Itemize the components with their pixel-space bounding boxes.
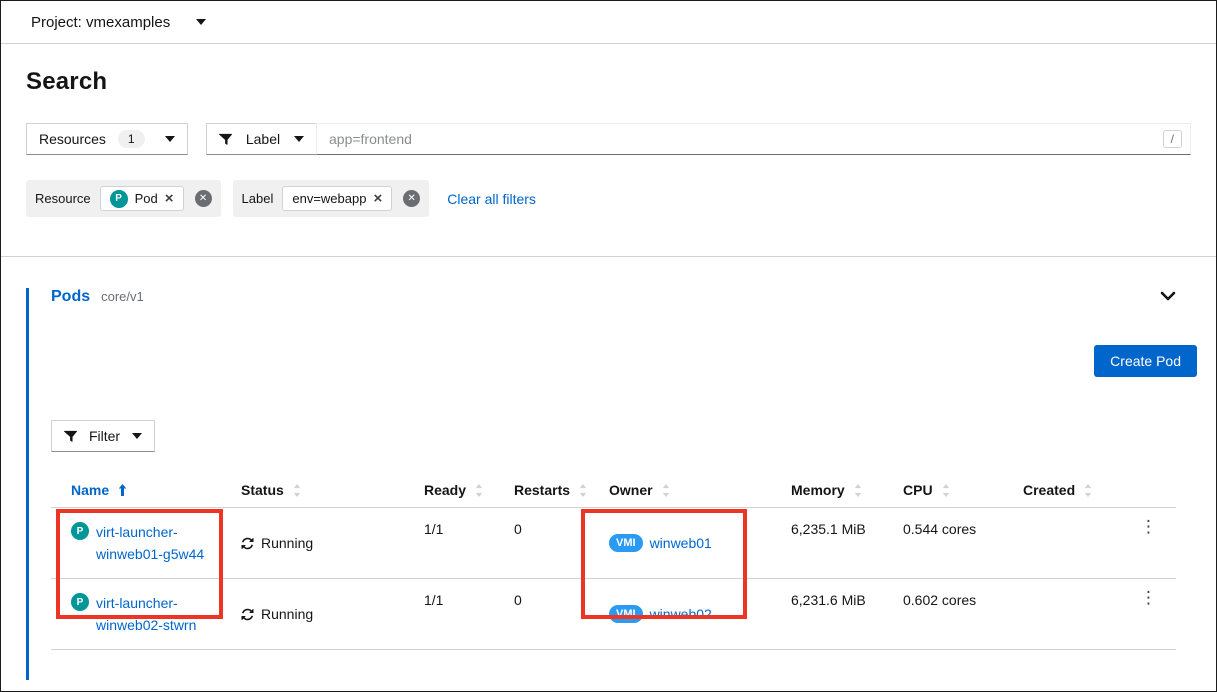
pod-owner-cell: VMI winweb01: [609, 508, 791, 578]
chip-label: env=webapp: [292, 191, 366, 206]
sort-icon: [475, 484, 483, 497]
project-selector-label: Project: vmexamples: [31, 14, 170, 31]
row-actions-cell: ⋮: [1131, 508, 1176, 578]
pod-created-cell: [1023, 508, 1131, 578]
sort-icon: [854, 484, 862, 497]
chevron-down-icon: [294, 136, 304, 142]
pod-restarts-cell: 0: [514, 508, 609, 578]
vmi-badge: VMI: [609, 534, 643, 552]
collapse-section-icon[interactable]: [1160, 288, 1176, 304]
resources-count-badge: 1: [118, 130, 145, 148]
sort-ascending-icon: [118, 483, 127, 497]
row-actions-cell: ⋮: [1131, 579, 1176, 649]
column-header-name[interactable]: Name: [51, 475, 241, 507]
resource-chip-group: Resource P Pod × ✕: [26, 180, 221, 217]
pod-memory-cell: 6,231.6 MiB: [791, 579, 903, 649]
table-row: P virt-launcher-winweb01-g5w44 Running 1…: [51, 508, 1176, 579]
column-header-memory[interactable]: Memory: [791, 475, 903, 507]
table-body: P virt-launcher-winweb01-g5w44 Running 1…: [51, 508, 1176, 650]
kebab-menu-button[interactable]: ⋮: [1140, 589, 1157, 636]
section-divider: [1, 256, 1216, 257]
pod-status-cell: Running: [241, 508, 424, 578]
kebab-menu-button[interactable]: ⋮: [1140, 518, 1157, 565]
clear-label-group-button[interactable]: ✕: [403, 190, 420, 207]
table-filter-dropdown[interactable]: Filter: [51, 420, 155, 452]
label-filter-chip: env=webapp ×: [282, 186, 392, 211]
pod-ready-cell: 1/1: [424, 508, 514, 578]
pod-badge: P: [110, 190, 128, 208]
pod-name-link[interactable]: virt-launcher-winweb01-g5w44: [96, 521, 218, 565]
label-chip-group: Label env=webapp × ✕: [233, 180, 430, 217]
pod-badge: P: [71, 522, 89, 540]
pod-cpu-cell: 0.544 cores: [903, 508, 1023, 578]
vmi-badge: VMI: [609, 605, 643, 623]
sort-icon: [293, 484, 301, 497]
pod-name-link[interactable]: virt-launcher-winweb02-stwrn: [96, 592, 218, 636]
filter-icon: [64, 430, 77, 443]
label-type-dropdown-label: Label: [246, 131, 280, 147]
label-search-placeholder: app=frontend: [329, 131, 412, 147]
sort-icon: [579, 484, 587, 497]
chevron-down-icon: [196, 19, 206, 25]
pod-name-cell: P virt-launcher-winweb02-stwrn: [51, 579, 241, 649]
remove-chip-button[interactable]: ×: [373, 191, 382, 206]
pods-api-version: core/v1: [101, 289, 144, 304]
pod-created-cell: [1023, 579, 1131, 649]
label-search-input[interactable]: app=frontend /: [316, 123, 1191, 155]
resources-dropdown[interactable]: Resources 1: [26, 123, 188, 155]
keyboard-shortcut-hint: /: [1163, 130, 1182, 148]
chip-label: Pod: [135, 191, 158, 206]
chip-group-label: Label: [242, 191, 274, 206]
chip-group-label: Resource: [35, 191, 91, 206]
table-header: Name Status Ready Restarts: [51, 475, 1176, 508]
resources-dropdown-label: Resources: [39, 131, 106, 147]
pod-cpu-cell: 0.602 cores: [903, 579, 1023, 649]
create-pod-button[interactable]: Create Pod: [1094, 345, 1197, 377]
pods-section-title[interactable]: Pods: [51, 288, 90, 306]
clear-resource-group-button[interactable]: ✕: [195, 190, 212, 207]
remove-chip-button[interactable]: ×: [165, 191, 174, 206]
pod-status-cell: Running: [241, 579, 424, 649]
chevron-down-icon: [132, 433, 142, 439]
pod-owner-cell: VMI winweb02: [609, 579, 791, 649]
pod-status-text: Running: [261, 606, 313, 622]
clear-all-filters-link[interactable]: Clear all filters: [447, 191, 536, 207]
sync-icon: [241, 608, 254, 621]
pod-badge: P: [71, 593, 89, 611]
page-title: Search: [26, 68, 1216, 96]
table-filter-label: Filter: [89, 428, 120, 444]
column-header-status[interactable]: Status: [241, 475, 424, 507]
pod-status-text: Running: [261, 535, 313, 551]
pods-section-header: Pods core/v1: [51, 288, 1216, 306]
pod-filter-chip: P Pod ×: [100, 186, 184, 211]
sort-icon: [662, 484, 670, 497]
owner-link[interactable]: winweb02: [650, 606, 712, 622]
pod-name-cell: P virt-launcher-winweb01-g5w44: [51, 508, 241, 578]
label-filter-group: Label app=frontend /: [206, 123, 1191, 155]
sync-icon: [241, 537, 254, 550]
column-header-restarts[interactable]: Restarts: [514, 475, 609, 507]
column-header-cpu[interactable]: CPU: [903, 475, 1023, 507]
column-header-actions: [1131, 475, 1176, 507]
app-window: Project: vmexamples Search Resources 1 L…: [0, 0, 1217, 692]
search-toolbar: Resources 1 Label app=frontend /: [26, 123, 1191, 155]
column-header-owner[interactable]: Owner: [609, 475, 791, 507]
active-filters-row: Resource P Pod × ✕ Label env=webapp × ✕ …: [26, 180, 1216, 217]
sort-icon: [1084, 484, 1092, 497]
table-row: P virt-launcher-winweb02-stwrn Running 1…: [51, 579, 1176, 650]
label-type-dropdown[interactable]: Label: [206, 123, 316, 155]
filter-icon: [219, 133, 232, 146]
chevron-down-icon: [165, 136, 175, 142]
pods-section: Pods core/v1 Create Pod Filter Name: [26, 288, 1216, 680]
sort-icon: [942, 484, 950, 497]
project-bar: Project: vmexamples: [1, 1, 1216, 44]
pod-ready-cell: 1/1: [424, 579, 514, 649]
pods-table: Name Status Ready Restarts: [51, 475, 1176, 650]
project-selector[interactable]: Project: vmexamples: [31, 14, 206, 31]
pod-memory-cell: 6,235.1 MiB: [791, 508, 903, 578]
column-header-ready[interactable]: Ready: [424, 475, 514, 507]
pod-restarts-cell: 0: [514, 579, 609, 649]
owner-link[interactable]: winweb01: [650, 535, 712, 551]
column-header-created[interactable]: Created: [1023, 475, 1131, 507]
